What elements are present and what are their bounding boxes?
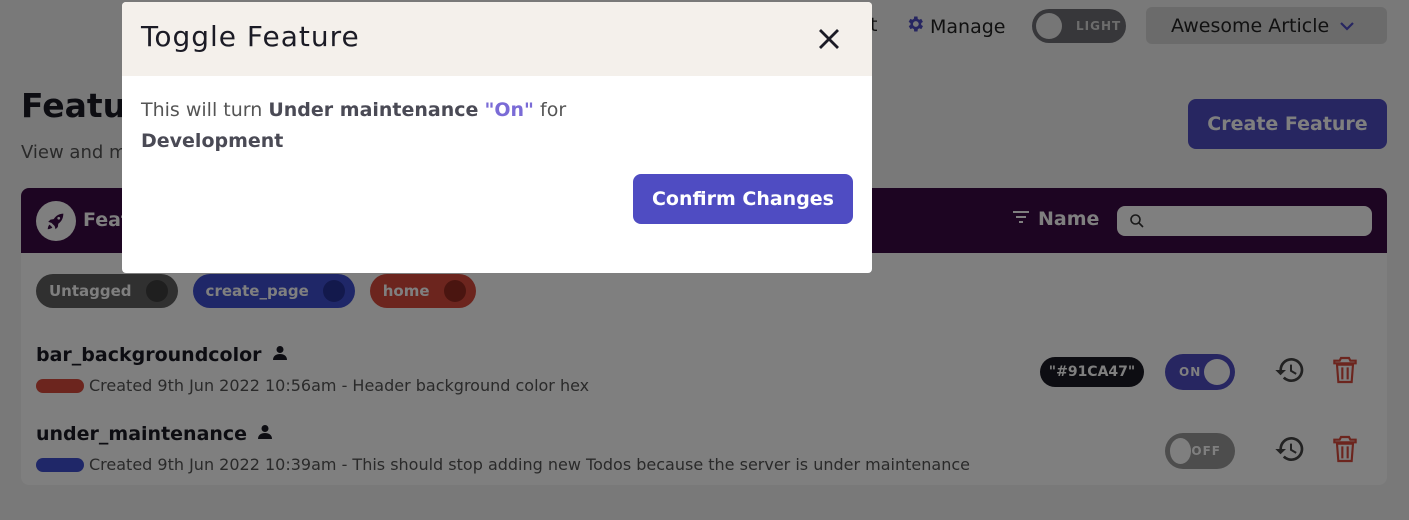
modal-title: Toggle Feature (141, 20, 360, 53)
message-environment: Development (141, 130, 284, 152)
message-feature-name: Under maintenance (268, 99, 479, 121)
modal-message: This will turn Under maintenance "On" fo… (141, 95, 841, 157)
message-prefix: This will turn (141, 99, 263, 121)
message-for: for (540, 99, 567, 121)
modal-header: Toggle Feature (122, 2, 872, 76)
confirm-changes-button[interactable]: Confirm Changes (633, 174, 853, 224)
close-icon (817, 27, 841, 54)
toggle-feature-modal: Toggle Feature This will turn Under main… (122, 2, 872, 273)
message-state: "On" (484, 99, 534, 121)
close-button[interactable] (812, 23, 846, 57)
